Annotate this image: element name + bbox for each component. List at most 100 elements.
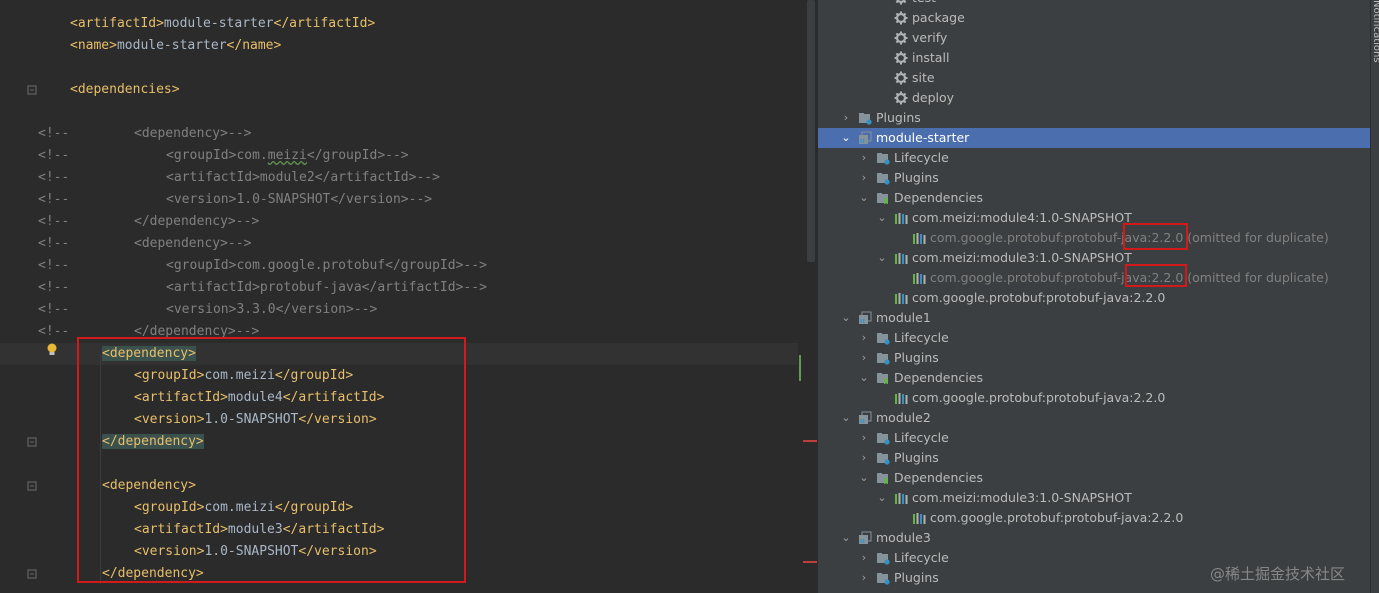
chevron-down-icon[interactable]: ⌄: [840, 308, 852, 328]
code-line[interactable]: <!-- <groupId>com.google.protobuf</groupI…: [0, 255, 798, 277]
code-line[interactable]: <!-- <groupId>com.meizi</groupId>-->: [0, 145, 798, 167]
tree-node-label: Lifecycle: [894, 330, 949, 345]
code-line[interactable]: <dependency>: [0, 475, 798, 497]
tree-node[interactable]: com.google.protobuf:protobuf-java:2.2.0 …: [818, 268, 1370, 288]
tree-node[interactable]: com.google.protobuf:protobuf-java:2.2.0: [818, 508, 1370, 528]
folder-gear-icon: [876, 431, 890, 445]
chevron-down-icon[interactable]: ⌄: [840, 128, 852, 148]
code-line[interactable]: <name>module-starter</name>: [0, 35, 798, 57]
code-line[interactable]: <!-- </dependency>-->: [0, 321, 798, 343]
tree-node[interactable]: com.google.protobuf:protobuf-java:2.2.0: [818, 388, 1370, 408]
tree-node[interactable]: › Plugins: [818, 168, 1370, 188]
code-line[interactable]: <artifactId>module-starter</artifactId>: [0, 13, 798, 35]
lightbulb-icon[interactable]: [46, 343, 58, 357]
tree-node[interactable]: › Lifecycle: [818, 148, 1370, 168]
chevron-right-icon[interactable]: ›: [858, 448, 870, 468]
code-line[interactable]: <artifactId>module3</artifactId>: [0, 519, 798, 541]
code-line[interactable]: <!-- <dependency>-->: [0, 123, 798, 145]
chevron-right-icon[interactable]: ›: [858, 568, 870, 588]
tree-node-label: test: [912, 0, 936, 8]
right-tool-strip[interactable]: Notifications: [1370, 0, 1379, 593]
tree-node[interactable]: › Lifecycle: [818, 328, 1370, 348]
code-line[interactable]: [0, 57, 798, 79]
chevron-down-icon[interactable]: ⌄: [840, 408, 852, 428]
tree-node[interactable]: com.google.protobuf:protobuf-java:2.2.0 …: [818, 228, 1370, 248]
chevron-right-icon[interactable]: ›: [858, 348, 870, 368]
tree-node[interactable]: ⌄ com.meizi:module3:1.0-SNAPSHOT: [818, 248, 1370, 268]
code-text: </dependency>: [102, 431, 204, 453]
code-line[interactable]: [0, 101, 798, 123]
chevron-down-icon[interactable]: ⌄: [876, 248, 888, 268]
chevron-down-icon[interactable]: ⌄: [876, 488, 888, 508]
code-line[interactable]: <groupId>com.meizi</groupId>: [0, 365, 798, 387]
comment-marker: <!--: [38, 258, 70, 273]
chevron-right-icon[interactable]: ›: [858, 148, 870, 168]
tree-node[interactable]: ⌄ module-starter: [818, 128, 1370, 148]
chevron-right-icon[interactable]: ›: [840, 108, 852, 128]
chevron-down-icon[interactable]: ⌄: [840, 528, 852, 548]
chevron-right-icon[interactable]: ›: [858, 428, 870, 448]
chevron-down-icon[interactable]: ⌄: [876, 208, 888, 228]
watermark: @稀土掘金技术社区: [1210, 565, 1346, 583]
chevron-down-icon[interactable]: ⌄: [858, 468, 870, 488]
code-text: <dependencies>: [70, 79, 180, 101]
code-line[interactable]: </dependency>: [0, 431, 798, 453]
chevron-right-icon[interactable]: ›: [858, 328, 870, 348]
code-line[interactable]: <version>1.0-SNAPSHOT</version>: [0, 541, 798, 563]
tree-node[interactable]: › Plugins: [818, 108, 1370, 128]
tree-node[interactable]: › Plugins: [818, 348, 1370, 368]
tree-node[interactable]: deploy: [818, 88, 1370, 108]
tree-node[interactable]: site: [818, 68, 1370, 88]
chevron-right-icon[interactable]: ›: [858, 168, 870, 188]
maven-tool-window[interactable]: test package verify install site deploy › Plugi…: [818, 0, 1370, 593]
fold-icon[interactable]: [27, 85, 37, 95]
chevron-down-icon[interactable]: ⌄: [858, 188, 870, 208]
tree-node[interactable]: package: [818, 8, 1370, 28]
fold-icon[interactable]: [27, 437, 37, 447]
code-line[interactable]: <version>1.0-SNAPSHOT</version>: [0, 409, 798, 431]
notifications-tab[interactable]: Notifications: [1371, 0, 1379, 63]
tree-node[interactable]: ⌄ module3: [818, 528, 1370, 548]
tree-node[interactable]: com.google.protobuf:protobuf-java:2.2.0: [818, 288, 1370, 308]
folder-gear-icon: [876, 151, 890, 165]
chevron-right-icon[interactable]: ›: [858, 548, 870, 568]
code-line[interactable]: <groupId>com.meizi</groupId>: [0, 497, 798, 519]
code-line[interactable]: <!-- <artifactId>protobuf-java</artifactI…: [0, 277, 798, 299]
tree-node[interactable]: › Lifecycle: [818, 428, 1370, 448]
code-line[interactable]: <!-- <version>1.0-SNAPSHOT</version>-->: [0, 189, 798, 211]
code-line[interactable]: </dependency>: [0, 563, 798, 585]
tree-node-label: module2: [876, 410, 931, 425]
code-editor[interactable]: <artifactId>module-starter</artifactId> <…: [0, 0, 818, 593]
code-line[interactable]: [0, 453, 798, 475]
tree-node[interactable]: ⌄ module1: [818, 308, 1370, 328]
code-line[interactable]: <!-- <artifactId>module2</artifactId>-->: [0, 167, 798, 189]
tree-node[interactable]: test: [818, 0, 1370, 8]
tree-node[interactable]: verify: [818, 28, 1370, 48]
folder-gear-icon: [876, 171, 890, 185]
fold-icon[interactable]: [27, 569, 37, 579]
comment-text: <artifactId>protobuf-java</artifactId>--…: [166, 280, 487, 295]
xml-value: 1.0-SNAPSHOT: [204, 412, 299, 427]
code-line[interactable]: <!-- </dependency>-->: [0, 211, 798, 233]
tree-node[interactable]: ⌄ Dependencies: [818, 368, 1370, 388]
tree-node-label: module-starter: [876, 130, 970, 145]
tree-node[interactable]: ⌄ com.meizi:module3:1.0-SNAPSHOT: [818, 488, 1370, 508]
tree-node[interactable]: ⌄ com.meizi:module4:1.0-SNAPSHOT: [818, 208, 1370, 228]
tree-node[interactable]: install: [818, 48, 1370, 68]
tree-node[interactable]: ⌄ Dependencies: [818, 188, 1370, 208]
fold-icon[interactable]: [27, 481, 37, 491]
code-line[interactable]: <dependency>: [0, 343, 798, 365]
tree-node[interactable]: › Plugins: [818, 448, 1370, 468]
code-line[interactable]: <artifactId>module4</artifactId>: [0, 387, 798, 409]
tree-node[interactable]: ⌄ module2: [818, 408, 1370, 428]
tree-node-label: site: [912, 70, 935, 85]
code-line[interactable]: <!-- <dependency>-->: [0, 233, 798, 255]
code-line[interactable]: <!-- <version>3.3.0</version>-->: [0, 299, 798, 321]
chevron-down-icon[interactable]: ⌄: [858, 368, 870, 388]
gear-icon: [894, 51, 908, 65]
editor-scrollbar[interactable]: [807, 0, 815, 262]
tree-node-label: Plugins: [894, 450, 939, 465]
tree-node-label: Dependencies: [894, 370, 983, 385]
tree-node[interactable]: ⌄ Dependencies: [818, 468, 1370, 488]
code-line[interactable]: <dependencies>: [0, 79, 798, 101]
